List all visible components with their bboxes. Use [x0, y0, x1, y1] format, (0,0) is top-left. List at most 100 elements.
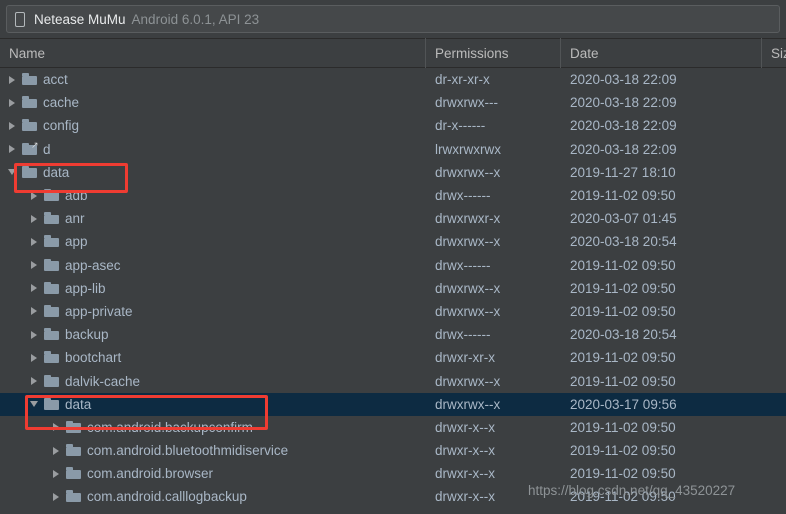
chevron-right-icon[interactable]: [26, 277, 42, 300]
chevron-right-icon[interactable]: [48, 485, 64, 508]
cell-name: acct: [0, 68, 426, 91]
cell-name: data: [0, 393, 426, 416]
chevron-right-icon[interactable]: [26, 184, 42, 207]
cell-permissions: drwx------: [435, 327, 491, 343]
file-name-label: anr: [65, 211, 85, 227]
chevron-right-icon[interactable]: [26, 207, 42, 230]
cell-date: 2020-03-18 22:09: [570, 141, 677, 157]
cell-permissions: drwxrwx--x: [435, 164, 501, 180]
folder-icon: [44, 351, 60, 364]
cell-date: 2020-03-18 22:09: [570, 95, 677, 111]
table-row[interactable]: cache drwxrwx--- 2020-03-18 22:09: [0, 91, 786, 114]
cell-permissions: drwxrwx--x: [435, 373, 501, 389]
table-row[interactable]: app-asec drwx------ 2019-11-02 09:50: [0, 254, 786, 277]
chevron-right-icon[interactable]: [4, 114, 20, 137]
cell-date: 2019-11-02 09:50: [570, 373, 676, 389]
folder-icon: [22, 73, 38, 86]
cell-name: data: [0, 161, 426, 184]
chevron-down-icon[interactable]: [26, 393, 42, 416]
table-row[interactable]: anr drwxrwxr-x 2020-03-07 01:45: [0, 207, 786, 230]
cell-name: com.android.calllogbackup: [0, 485, 426, 508]
table-row[interactable]: com.android.backupconfirm drwxr-x--x 2019-…: [0, 416, 786, 439]
file-name-label: d: [43, 141, 51, 157]
folder-icon: [44, 212, 60, 225]
chevron-right-icon[interactable]: [26, 369, 42, 392]
cell-permissions: drwxrwx--x: [435, 280, 501, 296]
cell-permissions: lrwxrwxrwx: [435, 141, 501, 157]
table-row[interactable]: ↗ d lrwxrwxrwx 2020-03-18 22:09: [0, 138, 786, 161]
folder-icon: [66, 467, 82, 480]
chevron-right-icon[interactable]: [26, 346, 42, 369]
table-row[interactable]: config dr-x------ 2020-03-18 22:09: [0, 114, 786, 137]
table-row[interactable]: com.android.browser drwxr-x--x 2019-11-02 …: [0, 462, 786, 485]
device-name-label: Netease MuMu: [34, 11, 126, 27]
cell-permissions: drwxrwxr-x: [435, 211, 501, 227]
folder-icon: [22, 165, 38, 179]
device-selector-bar: Netease MuMu Android 6.0.1, API 23: [0, 0, 786, 38]
table-row[interactable]: bootchart drwxr-xr-x 2019-11-02 09:50: [0, 346, 786, 369]
file-name-label: app-lib: [65, 280, 106, 296]
column-header-size[interactable]: Siz: [762, 38, 786, 68]
table-row[interactable]: data drwxrwx--x 2020-03-17 09:56: [0, 392, 786, 416]
file-name-label: data: [43, 164, 70, 180]
table-row[interactable]: adb drwx------ 2019-11-02 09:50: [0, 184, 786, 207]
cell-permissions: drwx------: [435, 188, 491, 204]
chevron-right-icon[interactable]: [48, 462, 64, 485]
device-phone-icon: [15, 11, 25, 27]
cell-permissions: drwxr-x--x: [435, 489, 495, 505]
device-file-explorer-tree[interactable]: acct dr-xr-xr-x 2020-03-18 22:09 cache drwxr…: [0, 68, 786, 514]
chevron-right-icon[interactable]: [4, 91, 20, 114]
folder-icon: [44, 258, 60, 272]
cell-name: app-private: [0, 300, 426, 323]
file-name-label: app: [65, 234, 88, 250]
column-header-date[interactable]: Date: [561, 38, 762, 68]
device-selector-combo[interactable]: Netease MuMu Android 6.0.1, API 23: [6, 5, 780, 33]
cell-permissions: drwxrwx--x: [435, 396, 501, 412]
cell-permissions: drwx------: [435, 257, 491, 273]
cell-date: 2019-11-02 09:50: [570, 303, 676, 319]
file-table-header: Name Permissions Date Siz: [0, 38, 786, 68]
chevron-right-icon[interactable]: [26, 323, 42, 346]
table-row[interactable]: app-lib drwxrwx--x 2019-11-02 09:50: [0, 277, 786, 300]
table-row[interactable]: com.android.calllogbackup drwxr-x--x 2019-…: [0, 485, 786, 508]
table-row[interactable]: acct dr-xr-xr-x 2020-03-18 22:09: [0, 68, 786, 91]
cell-name: adb: [0, 184, 426, 207]
table-row[interactable]: backup drwx------ 2020-03-18 20:54: [0, 323, 786, 346]
chevron-right-icon[interactable]: [4, 68, 20, 91]
cell-name: config: [0, 114, 426, 137]
chevron-right-icon[interactable]: [26, 230, 42, 253]
cell-name: cache: [0, 91, 426, 114]
chevron-down-icon[interactable]: [4, 161, 20, 184]
column-header-name[interactable]: Name: [0, 38, 426, 68]
cell-permissions: drwxr-xr-x: [435, 350, 495, 366]
file-name-label: config: [43, 118, 80, 134]
chevron-right-icon[interactable]: [48, 416, 64, 439]
cell-date: 2019-11-02 09:50: [570, 257, 676, 273]
file-name-label: dalvik-cache: [65, 373, 141, 389]
cell-date: 2019-11-02 09:50: [570, 466, 676, 482]
table-row[interactable]: dalvik-cache drwxrwx--x 2019-11-02 09:50: [0, 369, 786, 392]
table-row[interactable]: app drwxrwx--x 2020-03-18 20:54: [0, 230, 786, 253]
folder-icon: [44, 281, 60, 295]
chevron-right-icon[interactable]: [26, 254, 42, 277]
cell-name: com.android.browser: [0, 462, 426, 485]
cell-name: anr: [0, 207, 426, 230]
file-name-label: app-asec: [65, 257, 121, 273]
folder-icon: [44, 304, 60, 318]
table-row[interactable]: data drwxrwx--x 2019-11-27 18:10: [0, 161, 786, 184]
chevron-right-icon[interactable]: [48, 439, 64, 462]
chevron-right-icon[interactable]: [26, 300, 42, 323]
file-name-label: com.android.backupconfirm: [87, 419, 253, 435]
file-name-label: com.android.bluetoothmidiservice: [87, 443, 289, 459]
cell-name: com.android.backupconfirm: [0, 416, 426, 439]
cell-name: app-asec: [0, 254, 426, 277]
column-header-permissions[interactable]: Permissions: [426, 38, 561, 68]
file-name-label: cache: [43, 95, 80, 111]
chevron-right-icon[interactable]: [4, 138, 20, 161]
folder-icon: [44, 328, 60, 341]
folder-icon: [66, 444, 82, 457]
cell-name: app: [0, 230, 426, 253]
cell-date: 2020-03-18 20:54: [570, 327, 677, 343]
table-row[interactable]: app-private drwxrwx--x 2019-11-02 09:50: [0, 300, 786, 323]
table-row[interactable]: com.android.bluetoothmidiservice drwxr-x-…: [0, 439, 786, 462]
